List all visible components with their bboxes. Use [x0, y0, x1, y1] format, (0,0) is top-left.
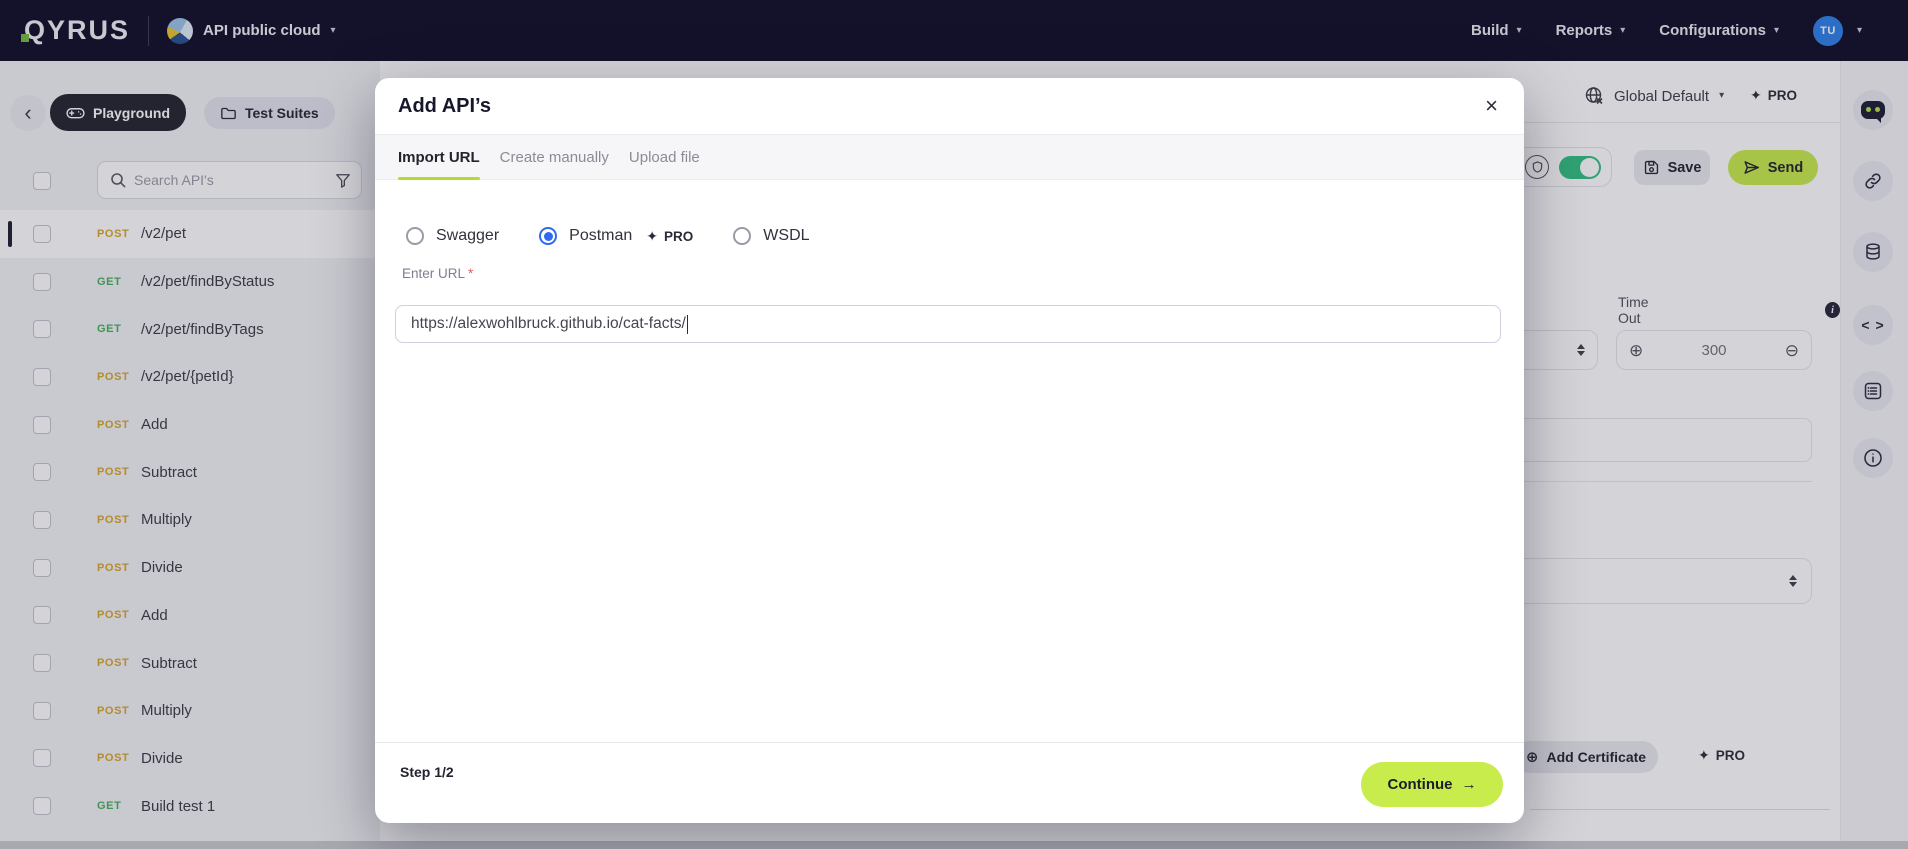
- radio-wsdl[interactable]: WSDL: [733, 227, 809, 245]
- radio-icon[interactable]: [733, 227, 751, 245]
- url-field-label: Enter URL*: [402, 266, 473, 281]
- sparkle-icon: ✦: [646, 228, 658, 245]
- pro-label: PRO: [664, 229, 693, 244]
- app-screen: QYRUS API public cloud ▾ Build ▾ Reports…: [0, 0, 1908, 849]
- tab-import-url[interactable]: Import URL: [398, 135, 480, 179]
- url-value: https://alexwohlbruck.github.io/cat-fact…: [411, 315, 686, 333]
- step-indicator: Step 1/2: [400, 764, 454, 780]
- divider: [375, 742, 1524, 743]
- required-asterisk: *: [468, 266, 473, 281]
- radio-swagger[interactable]: Swagger: [406, 227, 499, 245]
- radio-postman[interactable]: Postman: [539, 227, 632, 245]
- tab-label: Import URL: [398, 149, 480, 166]
- radio-label: Swagger: [436, 227, 499, 245]
- radio-label: WSDL: [763, 227, 809, 245]
- tab-label: Upload file: [629, 149, 700, 166]
- radio-icon[interactable]: [406, 227, 424, 245]
- continue-label: Continue: [1388, 776, 1453, 793]
- tab-create-manually[interactable]: Create manually: [500, 135, 609, 179]
- radio-icon[interactable]: [539, 227, 557, 245]
- tab-label: Create manually: [500, 149, 609, 166]
- url-input[interactable]: https://alexwohlbruck.github.io/cat-fact…: [395, 305, 1501, 343]
- modal-tab-bar: Import URL Create manually Upload file: [375, 134, 1524, 180]
- modal-title: Add API’s: [398, 95, 491, 118]
- arrow-right-icon: →: [1462, 776, 1477, 793]
- close-icon[interactable]: ×: [1485, 95, 1498, 117]
- add-apis-modal: Add API’s × Import URL Create manually U…: [375, 78, 1524, 823]
- tab-upload-file[interactable]: Upload file: [629, 135, 700, 179]
- radio-label: Postman: [569, 227, 632, 245]
- text-cursor: [687, 315, 689, 334]
- continue-button[interactable]: Continue →: [1361, 762, 1503, 807]
- import-source-radios: Swagger Postman ✦ PRO WSDL: [406, 227, 810, 245]
- pro-badge: ✦ PRO: [646, 228, 693, 245]
